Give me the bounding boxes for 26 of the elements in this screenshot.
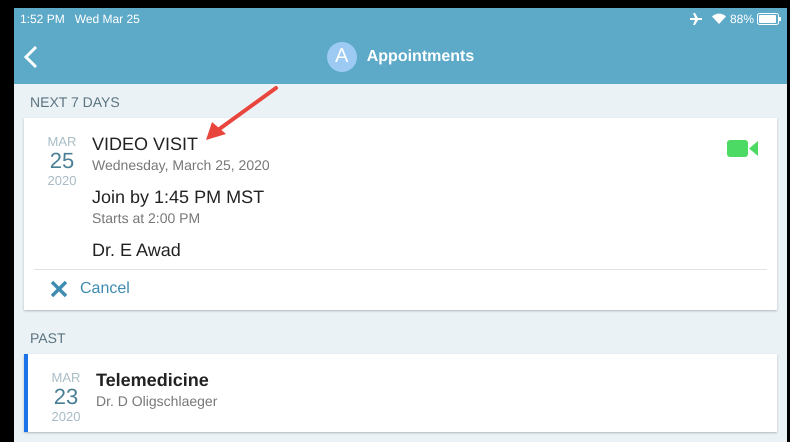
avatar: A [326,42,357,72]
doctor-name: Dr. E Awad [92,240,182,261]
date-year: 2020 [48,173,76,188]
screen-title: Appointments [366,48,474,66]
airplane-icon [690,12,702,25]
appointment-title: Telemedicine [96,370,210,391]
close-icon [50,280,68,298]
join-time: Join by 1:45 PM MST [92,187,266,208]
appointment-subtitle: Dr. D Oligschlaeger [96,393,218,409]
cancel-button[interactable]: Cancel [50,280,130,298]
date-year: 2020 [52,409,80,424]
section-header: PAST [30,330,66,346]
status-time: 1:52 PM [20,12,65,26]
battery-percentage: 88% [730,12,754,26]
status-date: Wed Mar 25 [74,12,140,26]
battery-icon [757,12,781,25]
section-header: NEXT 7 DAYS [30,94,120,110]
appointment-subtitle: Wednesday, March 25, 2020 [92,157,270,173]
video-camera-icon [727,140,759,157]
date-day: 25 [50,149,74,173]
wifi-icon [712,13,726,24]
date-month: MAR [52,370,80,385]
date-month: MAR [48,134,76,149]
start-time: Starts at 2:00 PM [92,210,202,226]
appointment-title: VIDEO VISIT [92,134,200,155]
date-day: 23 [54,385,78,409]
